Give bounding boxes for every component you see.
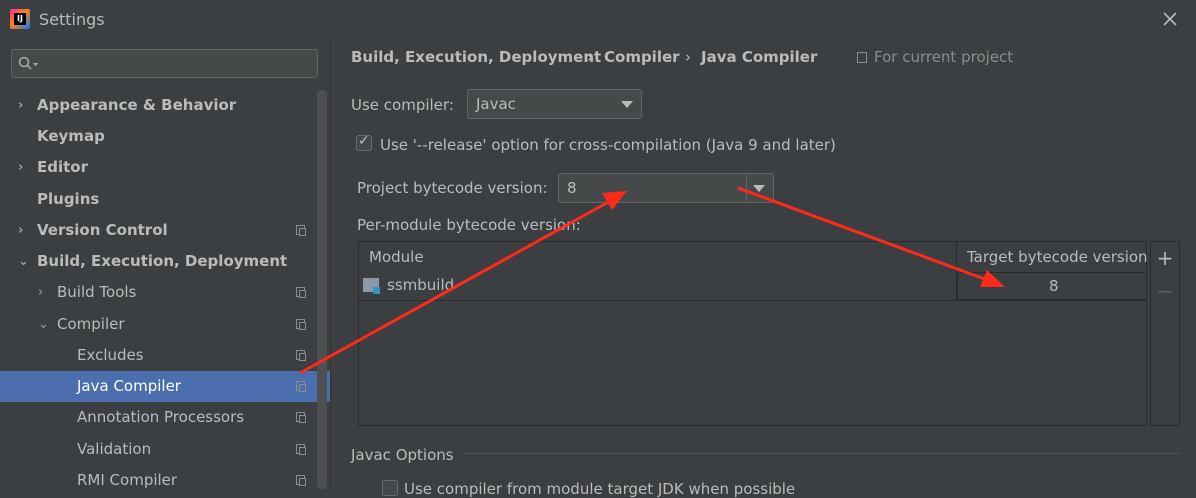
sidebar-item-label: Java Compiler: [77, 377, 181, 395]
sidebar-item-appearance[interactable]: › Appearance & Behavior: [0, 90, 318, 121]
javac-options-section: Javac Options: [351, 446, 454, 464]
copy-icon: [296, 350, 306, 361]
copy-icon: [296, 225, 306, 236]
section-divider: [465, 453, 1180, 454]
sidebar-item-version-control[interactable]: › Version Control: [0, 215, 318, 246]
chevron-down-icon[interactable]: [753, 185, 765, 192]
sidebar-scrollbar[interactable]: [317, 90, 327, 489]
copy-icon: [296, 475, 306, 486]
table-header: Module Target bytecode version: [359, 242, 1148, 273]
sidebar-item-build-execution-deployment[interactable]: ⌄ Build, Execution, Deployment: [0, 246, 318, 277]
chevron-right-icon[interactable]: ›: [18, 215, 30, 246]
sidebar-item-label: Build, Execution, Deployment: [37, 252, 288, 270]
chevron-right-icon[interactable]: ›: [38, 277, 50, 308]
intellij-app-icon: IJ: [10, 9, 30, 29]
target-version-cell[interactable]: 8: [957, 272, 1147, 300]
close-icon[interactable]: [1160, 9, 1180, 29]
remove-module-button[interactable]: −: [1155, 281, 1175, 301]
sidebar-item-excludes[interactable]: Excludes: [0, 340, 318, 371]
sidebar-item-label: Appearance & Behavior: [37, 96, 237, 114]
sidebar-item-label: Version Control: [37, 221, 168, 239]
sidebar-item-label: Compiler: [57, 315, 125, 333]
sidebar-item-build-tools[interactable]: › Build Tools: [0, 277, 318, 308]
javac-target-jdk-label: Use compiler from module target JDK when…: [404, 480, 796, 498]
column-divider: [956, 242, 957, 300]
per-module-label: Per-module bytecode version:: [357, 216, 581, 234]
chevron-right-icon[interactable]: ›: [18, 90, 30, 121]
combo-divider: [746, 174, 747, 202]
copy-icon: [296, 319, 306, 330]
chevron-down-icon: [621, 101, 633, 108]
sidebar-item-label: Excludes: [77, 346, 144, 364]
search-input[interactable]: [11, 49, 318, 78]
table-toolbar: + −: [1150, 241, 1180, 426]
chevron-right-icon[interactable]: ›: [18, 152, 30, 183]
sidebar-item-label: Editor: [37, 158, 88, 176]
add-module-button[interactable]: +: [1155, 248, 1175, 268]
chevron-down-icon[interactable]: ⌄: [38, 309, 50, 340]
use-compiler-value: Javac: [476, 95, 516, 113]
target-version-value: 8: [1049, 277, 1059, 295]
sidebar-item-editor[interactable]: › Editor: [0, 152, 318, 183]
use-compiler-label: Use compiler:: [351, 96, 454, 114]
sidebar-item-compiler[interactable]: ⌄ Compiler: [0, 309, 318, 340]
copy-icon: [857, 52, 867, 63]
breadcrumb-separator: ›: [685, 48, 691, 66]
search-icon: [18, 56, 38, 70]
breadcrumb-item[interactable]: Build, Execution, Deployment: [351, 48, 601, 66]
check-icon: ✓: [358, 133, 370, 149]
use-compiler-select[interactable]: Javac: [467, 89, 642, 119]
sidebar-item-java-compiler[interactable]: Java Compiler: [0, 371, 330, 402]
window-title: Settings: [39, 10, 105, 29]
breadcrumb-item[interactable]: Compiler: [604, 48, 680, 66]
release-option-label: Use '--release' option for cross-compila…: [380, 136, 836, 154]
title-bar: IJ Settings: [0, 0, 1196, 38]
project-bytecode-label: Project bytecode version:: [357, 179, 548, 197]
project-bytecode-value[interactable]: 8: [567, 179, 577, 197]
sidebar-item-validation[interactable]: Validation: [0, 434, 318, 465]
page-title: Java Compiler: [701, 48, 818, 66]
sidebar-item-label: Keymap: [37, 127, 105, 145]
breadcrumb-separator: ›: [587, 48, 593, 66]
scope-label: For current project: [874, 48, 1014, 66]
column-header-target-version[interactable]: Target bytecode version: [967, 248, 1148, 266]
copy-icon: [296, 444, 306, 455]
javac-target-jdk-checkbox[interactable]: [382, 480, 398, 496]
chevron-down-icon[interactable]: ⌄: [18, 246, 30, 277]
sidebar-item-keymap[interactable]: Keymap: [0, 121, 318, 152]
sidebar-item-label: Validation: [77, 440, 152, 458]
copy-icon: [296, 381, 306, 392]
sidebar-item-label: Plugins: [37, 190, 100, 208]
copy-icon: [296, 412, 306, 423]
sidebar-item-rmi-compiler[interactable]: RMI Compiler: [0, 465, 318, 496]
copy-icon: [296, 287, 306, 298]
release-option-checkbox[interactable]: ✓: [356, 133, 372, 151]
sidebar-item-label: Build Tools: [57, 283, 137, 301]
sidebar-item-label: RMI Compiler: [77, 471, 178, 489]
sidebar-item-label: Annotation Processors: [77, 408, 245, 426]
project-bytecode-combo[interactable]: 8: [558, 173, 774, 203]
sidebar-item-plugins[interactable]: Plugins: [0, 184, 318, 215]
sidebar-item-annotation-processors[interactable]: Annotation Processors: [0, 402, 318, 433]
module-name: ssmbuild: [387, 276, 455, 294]
module-folder-icon: [363, 278, 380, 294]
column-header-module[interactable]: Module: [369, 248, 424, 266]
